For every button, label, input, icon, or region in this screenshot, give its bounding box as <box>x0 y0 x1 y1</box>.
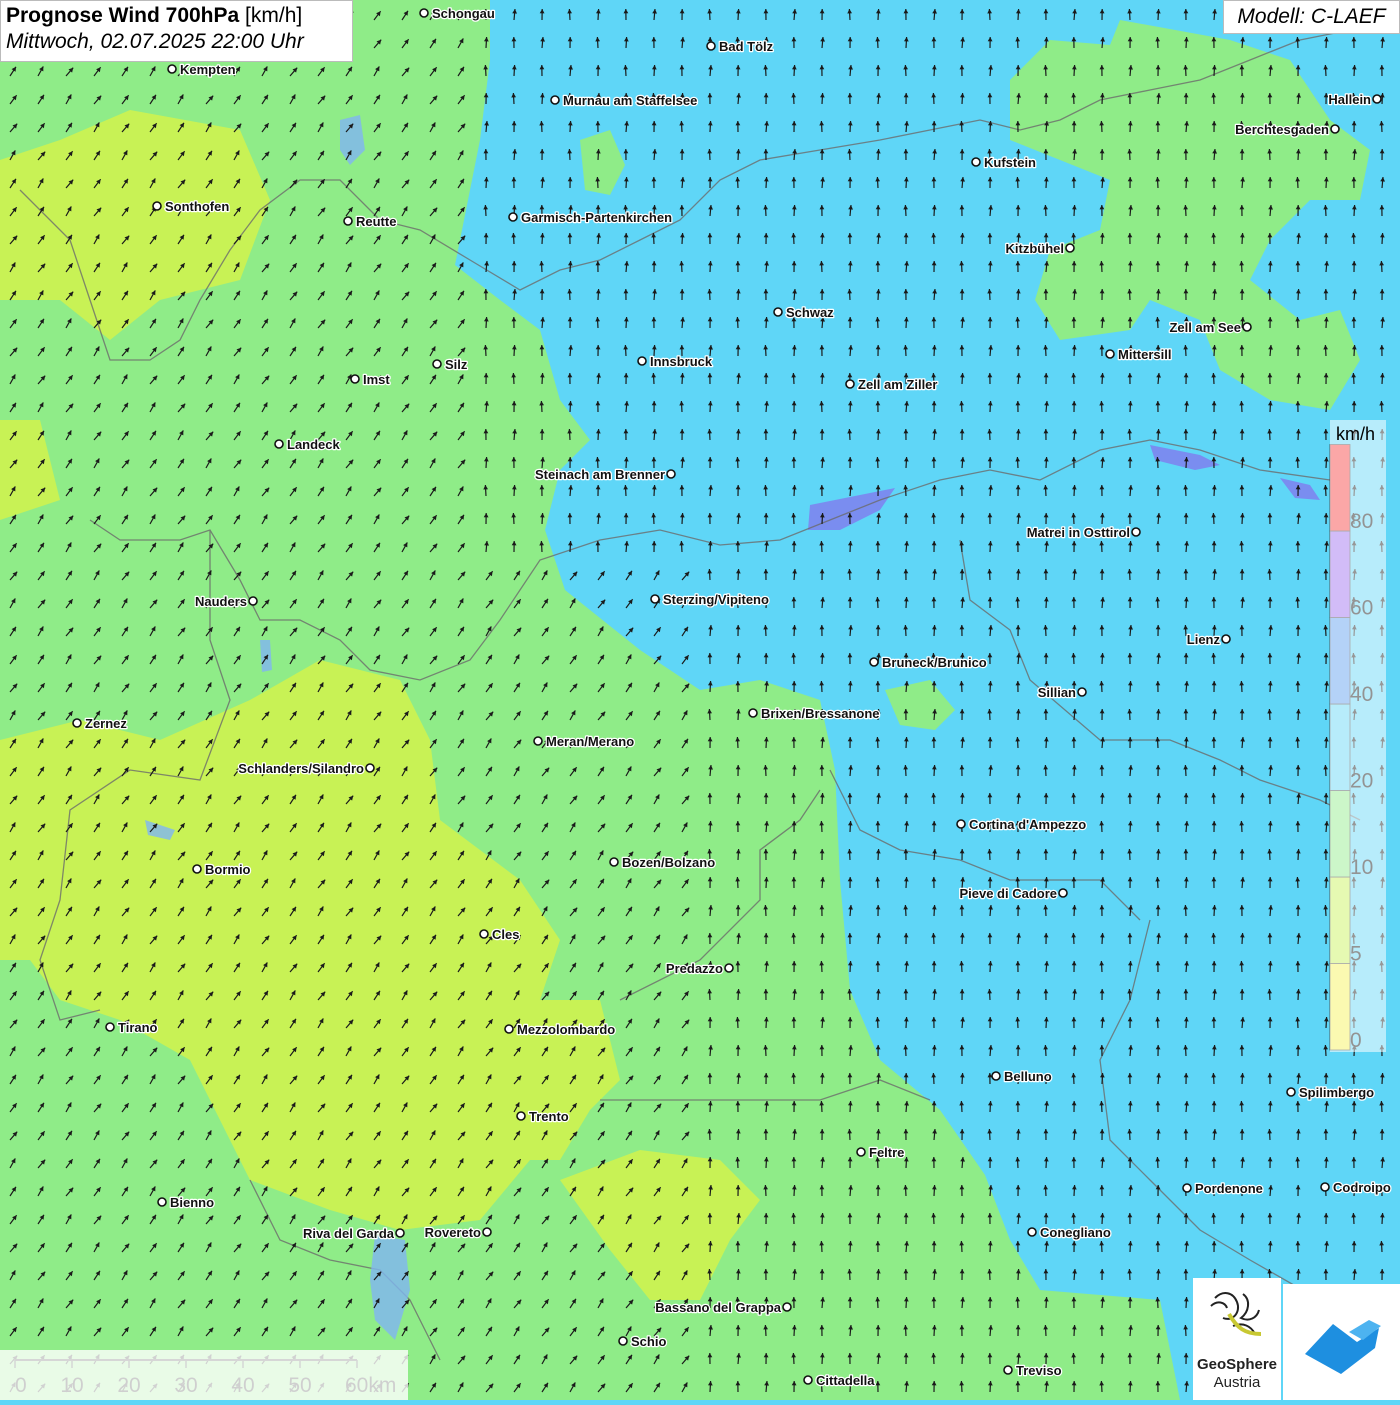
wind-map[interactable]: SchongauBad TölzKemptenMurnau am Staffel… <box>0 0 1400 1400</box>
